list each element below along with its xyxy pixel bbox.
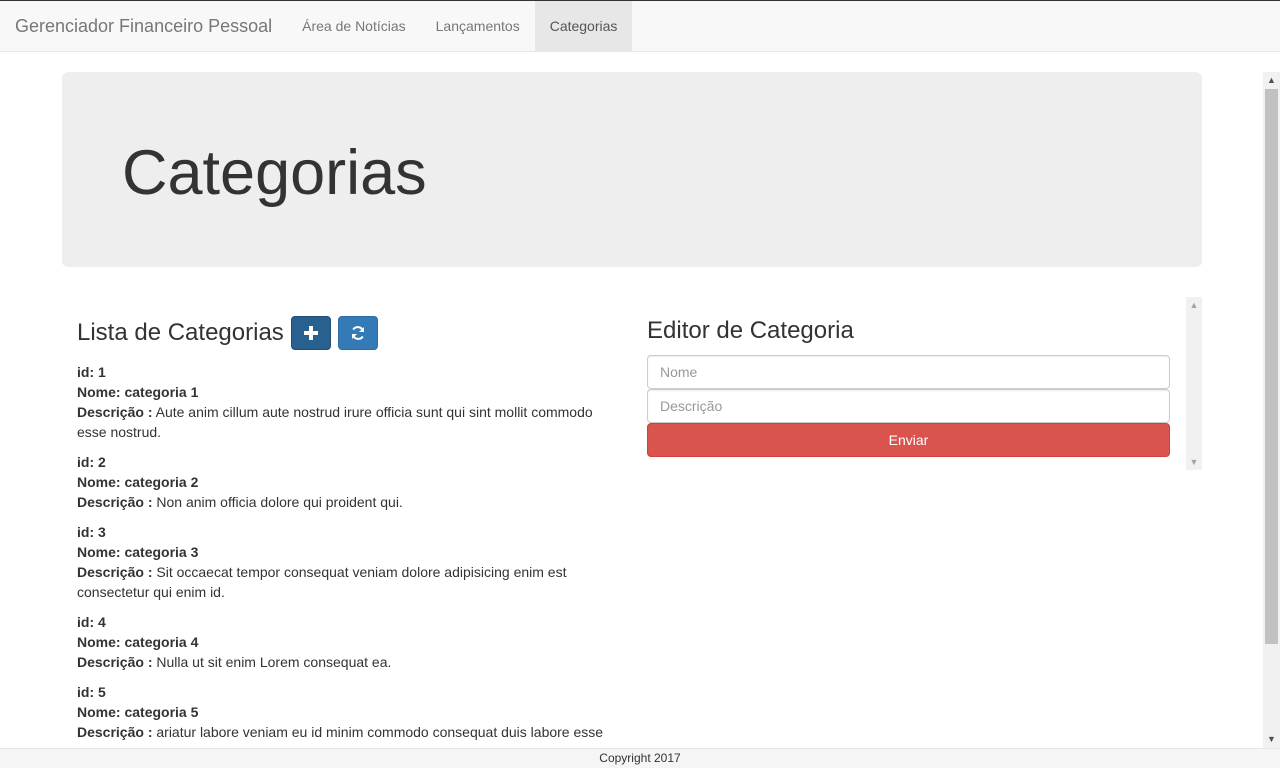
id-label: id: [77, 614, 95, 630]
list-title: Lista de Categorias [77, 319, 284, 346]
page-scroll-thumb[interactable] [1265, 89, 1278, 644]
nav-item-categorias[interactable]: Categorias [534, 1, 633, 51]
footer: Copyright 2017 [0, 748, 1280, 768]
category-description: Nulla ut sit enim Lorem consequat ea. [156, 654, 392, 670]
editor-title: Editor de Categoria [647, 317, 854, 344]
refresh-icon [351, 326, 364, 340]
list-header: Lista de Categorias [77, 310, 617, 356]
category-name: categoria 5 [124, 704, 199, 720]
navbar: Gerenciador Financeiro Pessoal Área de N… [0, 0, 1280, 52]
list-item: id: 4 Nome: categoria 4 Descrição : Nulla … [77, 612, 617, 672]
id-label: id: [77, 684, 95, 700]
id-label: id: [77, 454, 95, 470]
category-list: id: 1 Nome: categoria 1 Descrição : Aute a… [77, 362, 617, 742]
navbar-brand[interactable]: Gerenciador Financeiro Pessoal [0, 1, 287, 51]
list-item: id: 5 Nome: categoria 5 Descrição : ariatu… [77, 682, 617, 742]
category-name: categoria 1 [124, 384, 199, 400]
id-label: id: [77, 364, 95, 380]
scroll-down-icon[interactable]: ▼ [1186, 454, 1202, 470]
category-name: categoria 2 [124, 474, 199, 490]
description-label: Descrição : [77, 494, 153, 510]
scroll-up-icon[interactable]: ▲ [1186, 297, 1202, 313]
category-editor-panel: Editor de Categoria Nome Descrição Envia… [632, 297, 1202, 470]
list-item: id: 2 Nome: categoria 2 Descrição : Non an… [77, 452, 617, 512]
nav-item-noticias[interactable]: Área de Notícias [287, 1, 421, 51]
list-item: id: 3 Nome: categoria 3 Descrição : Sit oc… [77, 522, 617, 602]
jumbotron: Categorias [62, 72, 1202, 267]
copyright-text: Copyright 2017 [599, 751, 681, 765]
name-label: Nome: [77, 704, 121, 720]
page-scrollbar[interactable]: ▲ ▼ [1263, 72, 1280, 748]
description-label: Descrição : [77, 404, 153, 420]
page-scroll-up-icon[interactable]: ▲ [1263, 72, 1280, 89]
category-id: 3 [98, 524, 106, 540]
category-description: Aute anim cillum aute nostrud irure offi… [77, 404, 593, 440]
descricao-input[interactable]: Descrição [647, 389, 1170, 423]
category-name: categoria 4 [124, 634, 199, 650]
category-id: 5 [98, 684, 106, 700]
description-label: Descrição : [77, 724, 153, 740]
category-name: categoria 3 [124, 544, 199, 560]
category-description: ariatur labore veniam eu id minim commod… [156, 724, 604, 740]
name-label: Nome: [77, 634, 121, 650]
page-title: Categorias [122, 138, 427, 208]
plus-icon [303, 326, 318, 340]
id-label: id: [77, 524, 95, 540]
name-label: Nome: [77, 544, 121, 560]
category-id: 2 [98, 454, 106, 470]
nav-item-lancamentos[interactable]: Lançamentos [421, 1, 535, 51]
list-item: id: 1 Nome: categoria 1 Descrição : Aute a… [77, 362, 617, 442]
enviar-button[interactable]: Enviar [647, 423, 1170, 457]
description-label: Descrição : [77, 654, 153, 670]
add-category-button[interactable] [290, 316, 331, 350]
nome-input[interactable]: Nome [647, 355, 1170, 389]
description-label: Descrição : [77, 564, 153, 580]
category-description: Non anim officia dolore qui proident qui… [156, 494, 403, 510]
name-label: Nome: [77, 474, 121, 490]
category-id: 1 [98, 364, 106, 380]
refresh-list-button[interactable] [337, 316, 378, 350]
category-id: 4 [98, 614, 106, 630]
category-list-panel: Lista de Categorias id: 1 Nome: categoria… [77, 310, 617, 748]
editor-scrollbar[interactable]: ▲ ▼ [1186, 297, 1202, 470]
page-scroll-down-icon[interactable]: ▼ [1263, 731, 1280, 748]
name-label: Nome: [77, 384, 121, 400]
